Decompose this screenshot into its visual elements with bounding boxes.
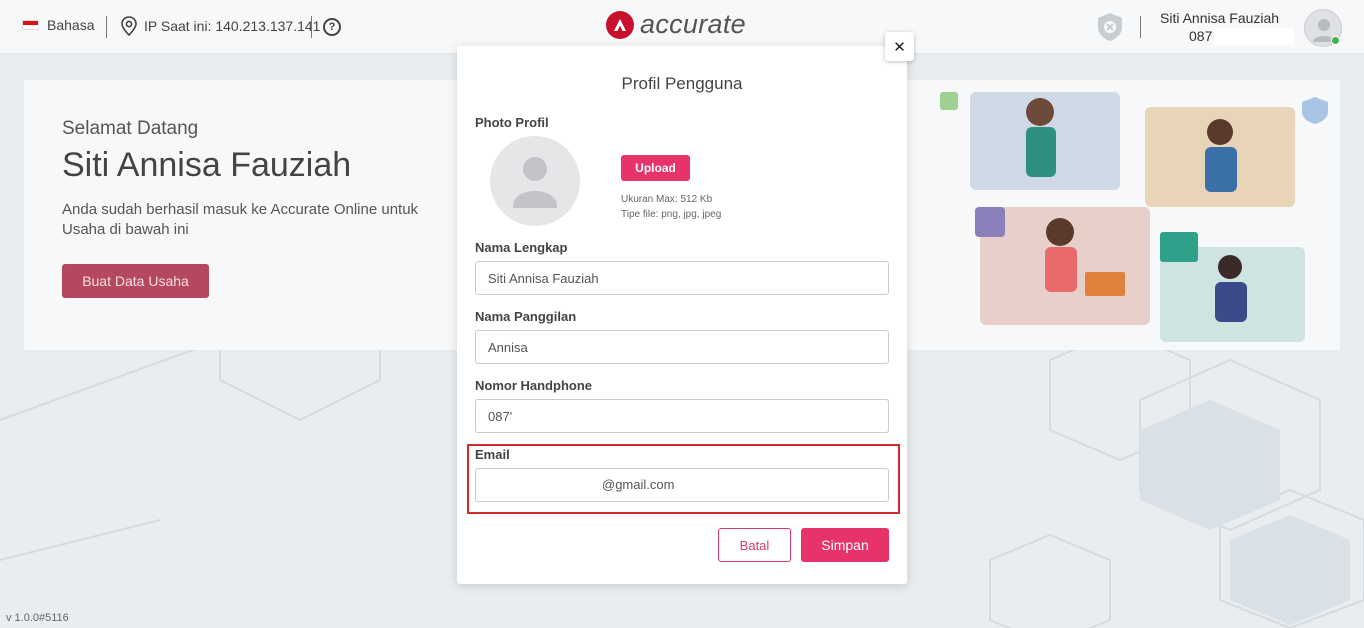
cancel-button[interactable]: Batal — [718, 528, 791, 562]
photo-profile-label: Photo Profil — [475, 115, 549, 130]
nickname-value: Annisa — [488, 339, 528, 355]
full-name-label: Nama Lengkap — [475, 240, 568, 255]
email-label: Email — [475, 447, 510, 462]
upload-button[interactable]: Upload — [621, 155, 690, 181]
file-type-note: Tipe file: png, jpg, jpeg — [621, 209, 722, 220]
full-name-value: Siti Annisa Fauziah — [488, 270, 599, 286]
nickname-field[interactable]: Annisa — [475, 330, 889, 364]
nickname-label: Nama Panggilan — [475, 309, 577, 324]
phone-number-field[interactable]: 087' — [475, 399, 889, 433]
save-button[interactable]: Simpan — [801, 528, 889, 562]
profile-photo-placeholder — [490, 136, 580, 226]
phone-number-value: 087' — [488, 408, 513, 424]
email-value: @gmail.com — [602, 477, 675, 492]
modal-title: Profil Pengguna — [621, 74, 743, 93]
max-size-note: Ukuran Max: 512 Kb — [621, 194, 713, 205]
phone-number-label: Nomor Handphone — [475, 378, 592, 393]
full-name-field[interactable]: Siti Annisa Fauziah — [475, 261, 889, 295]
close-button[interactable]: ✕ — [885, 32, 914, 61]
email-field[interactable] — [475, 468, 889, 502]
user-silhouette-icon — [513, 157, 557, 208]
